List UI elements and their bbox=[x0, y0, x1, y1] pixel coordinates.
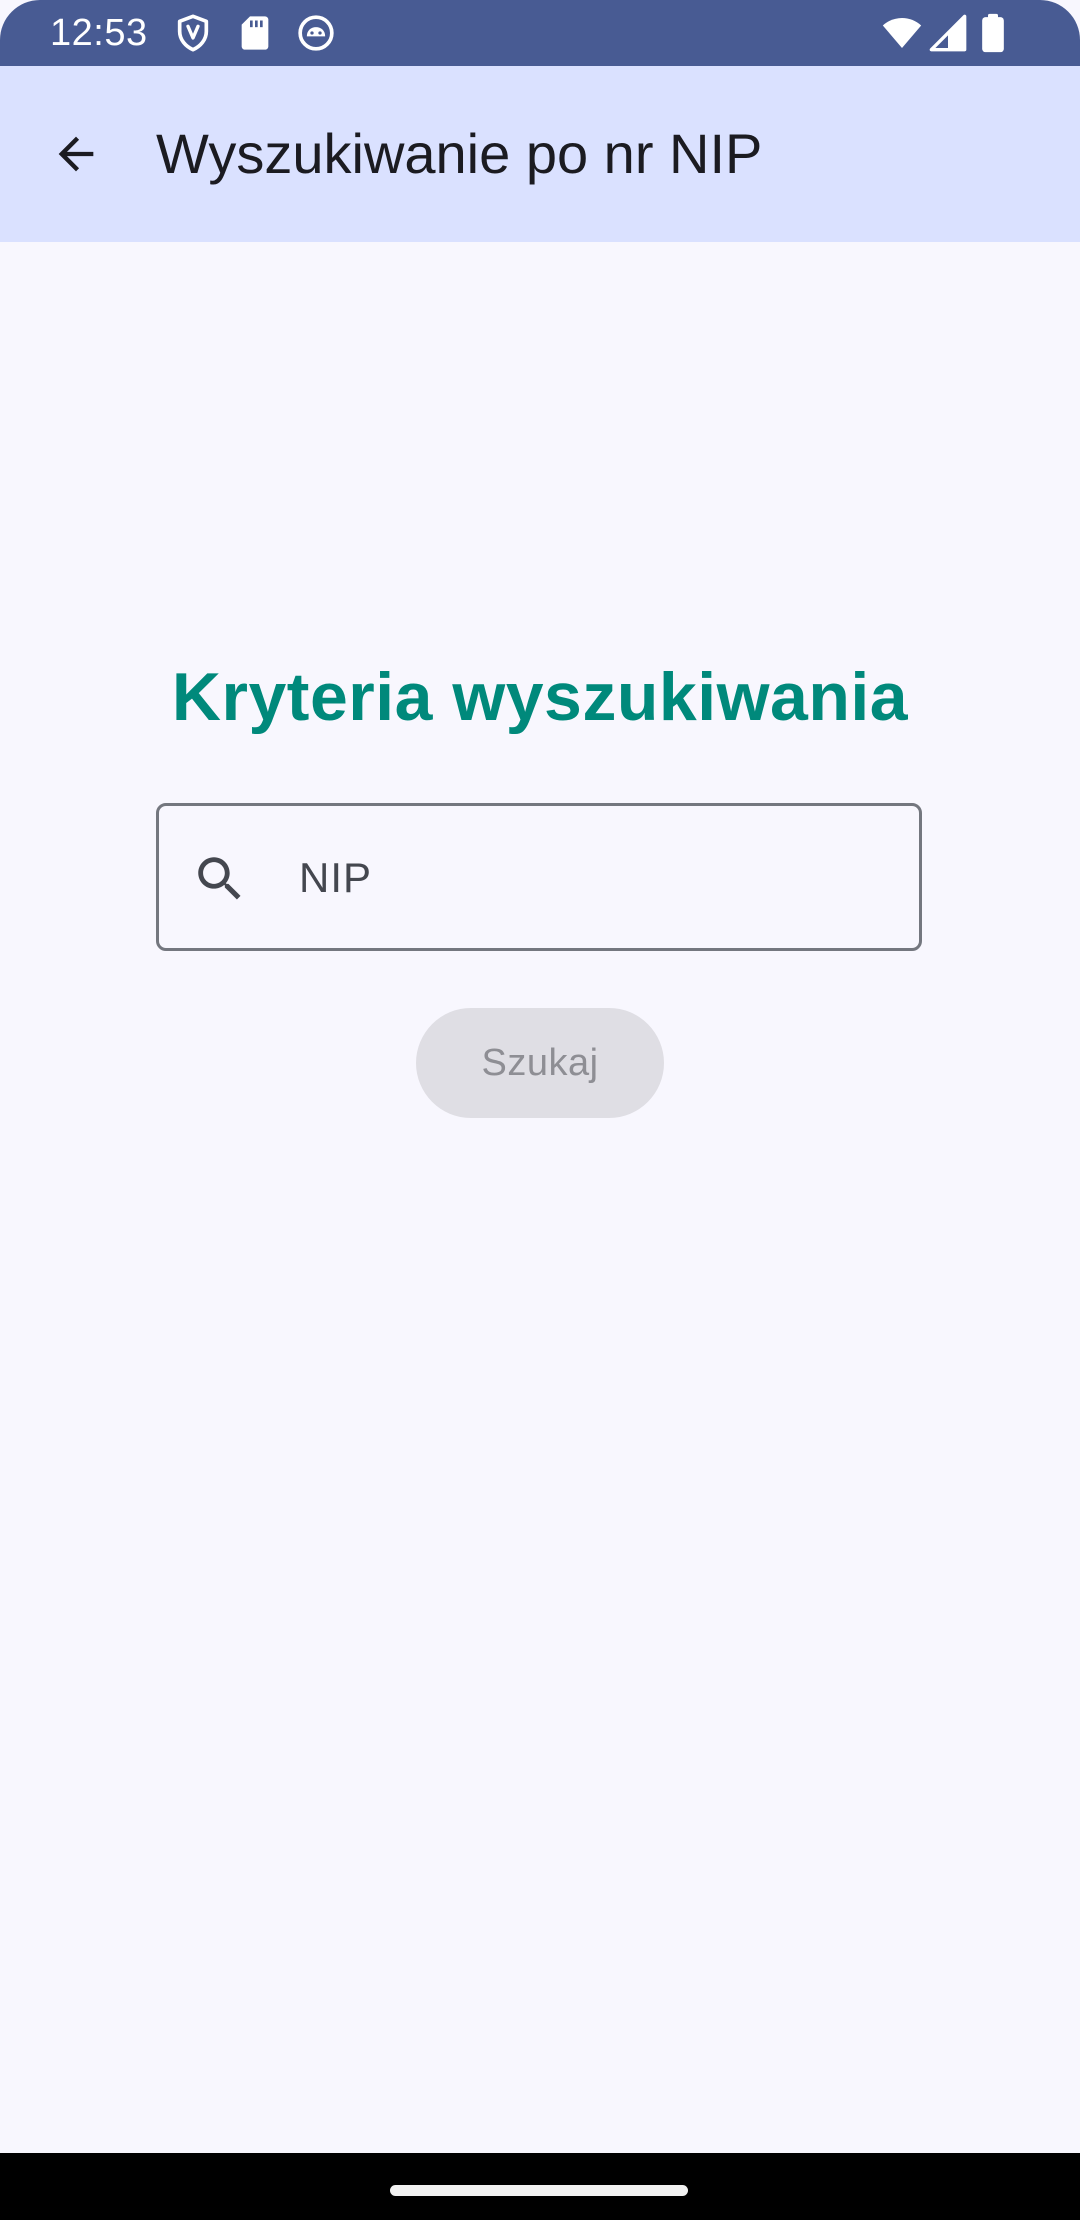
wifi-icon bbox=[880, 13, 924, 53]
system-navigation-bar bbox=[0, 2153, 1080, 2220]
search-icon bbox=[191, 850, 249, 908]
app-bar: Wyszukiwanie po nr NIP bbox=[0, 66, 1080, 242]
arrow-back-icon bbox=[50, 128, 102, 185]
cellular-signal-icon bbox=[928, 13, 968, 53]
search-button[interactable]: Szukaj bbox=[416, 1008, 664, 1118]
nip-search-field[interactable]: NIP bbox=[156, 803, 922, 951]
status-bar: 12:53 bbox=[0, 0, 1080, 66]
battery-icon bbox=[976, 13, 1010, 53]
vpn-shield-icon bbox=[173, 13, 213, 53]
back-button[interactable] bbox=[36, 116, 116, 196]
android-debug-icon bbox=[296, 13, 336, 53]
page-title: Wyszukiwanie po nr NIP bbox=[156, 122, 763, 185]
status-time: 12:53 bbox=[50, 12, 148, 54]
home-indicator[interactable] bbox=[390, 2185, 688, 2196]
search-criteria-heading: Kryteria wyszukiwania bbox=[171, 659, 909, 735]
nip-input-placeholder: NIP bbox=[299, 854, 373, 901]
sd-card-icon bbox=[235, 13, 275, 53]
